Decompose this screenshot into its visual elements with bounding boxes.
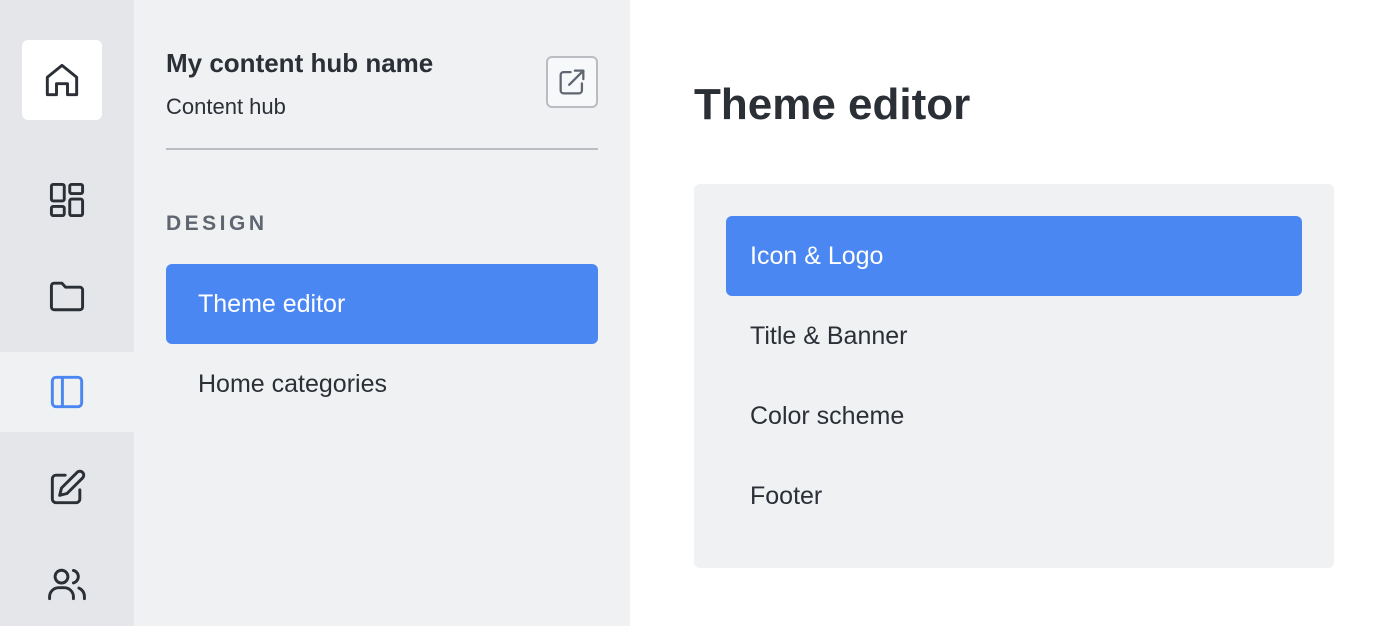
icon-rail xyxy=(0,0,134,626)
theme-options-card: Icon & Logo Title & Banner Color scheme … xyxy=(694,184,1334,568)
users-icon xyxy=(48,568,86,601)
theme-option-title-banner[interactable]: Title & Banner xyxy=(726,296,1302,376)
theme-option-label: Icon & Logo xyxy=(750,241,884,270)
external-link-icon xyxy=(559,69,585,95)
app-window: My content hub name Content hub DESIGN T… xyxy=(0,0,1384,626)
main-content: Theme editor Icon & Logo Title & Banner … xyxy=(630,0,1384,626)
theme-option-label: Color scheme xyxy=(750,401,905,430)
sidebar-item-label: Theme editor xyxy=(198,289,346,318)
sidebar-item-theme-editor[interactable]: Theme editor xyxy=(166,264,598,344)
rail-layout-button[interactable] xyxy=(0,352,134,432)
rail-edit-button[interactable] xyxy=(0,448,134,528)
layout-sidebar-icon xyxy=(50,375,84,409)
theme-option-label: Title & Banner xyxy=(750,321,908,350)
edit-icon xyxy=(50,469,86,505)
theme-option-footer[interactable]: Footer xyxy=(726,456,1302,536)
rail-dashboard-button[interactable] xyxy=(0,160,134,240)
open-external-button[interactable] xyxy=(546,56,598,108)
theme-option-label: Footer xyxy=(750,481,823,510)
rail-folder-button[interactable] xyxy=(0,256,134,336)
rail-home-button[interactable] xyxy=(22,40,102,120)
rail-users-button[interactable] xyxy=(0,544,134,624)
hub-subtitle: Content hub xyxy=(166,94,286,119)
hub-name: My content hub name xyxy=(166,48,434,78)
folder-icon xyxy=(49,281,85,312)
theme-option-icon-logo[interactable]: Icon & Logo xyxy=(726,216,1302,296)
sidebar: My content hub name Content hub DESIGN T… xyxy=(134,0,630,626)
page-title: Theme editor xyxy=(694,80,971,129)
sidebar-item-home-categories[interactable]: Home categories xyxy=(166,344,598,424)
home-icon xyxy=(45,63,79,97)
dashboard-icon xyxy=(49,182,85,218)
theme-option-color-scheme[interactable]: Color scheme xyxy=(726,376,1302,456)
sidebar-item-label: Home categories xyxy=(198,369,387,398)
hub-header: My content hub name Content hub xyxy=(166,46,598,150)
section-label-design: DESIGN xyxy=(166,212,268,235)
